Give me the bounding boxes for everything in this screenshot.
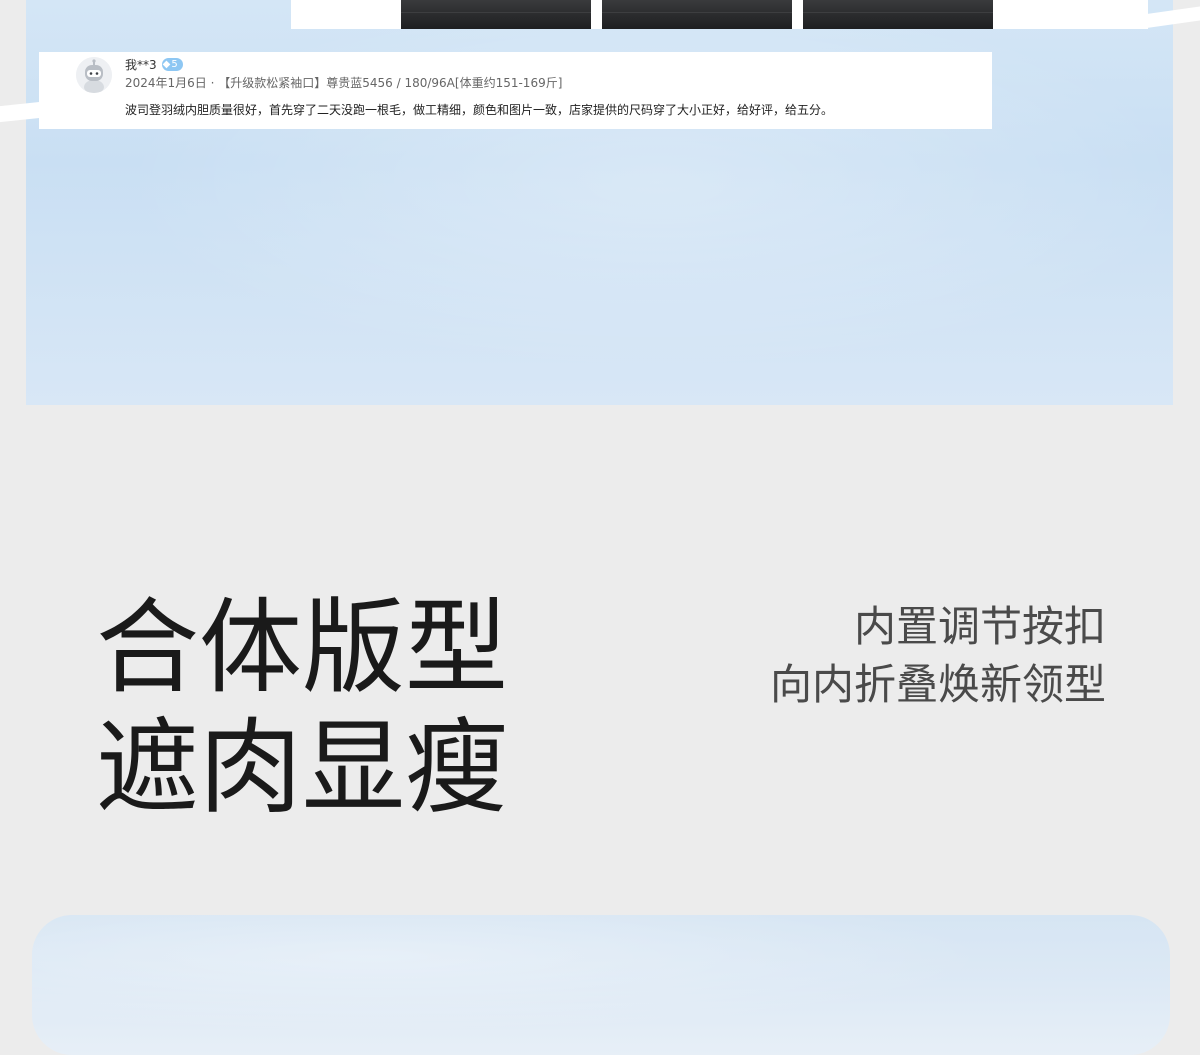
diamond-icon: ◆ (162, 58, 171, 70)
member-level-value: 5 (171, 58, 178, 70)
user-avatar[interactable] (76, 57, 112, 93)
subhead-line-1: 内置调节按扣 (853, 602, 1106, 651)
member-level-badge: ◆ 5 (161, 57, 183, 71)
feature-headline: 合体版型 遮肉显瘦 (96, 588, 508, 828)
panel-sheen (32, 915, 1170, 1055)
review-card: 我**3 ◆ 5 2024年1月6日 · 【升级款松紧袖口】尊贵蓝5456 / … (39, 52, 992, 129)
review-user-line: 我**3 ◆ 5 (125, 55, 183, 73)
review-photo-thumbnail[interactable] (602, 0, 792, 29)
review-text: 波司登羽绒内胆质量很好，首先穿了二天没跑一根毛，做工精细，颜色和图片一致，店家提… (125, 103, 834, 117)
next-section-panel (32, 915, 1170, 1055)
headline-line-1: 合体版型 (96, 588, 508, 708)
review-photo-thumbnail[interactable] (401, 0, 591, 29)
review-username: 我**3 (125, 57, 157, 72)
robot-avatar-icon (76, 57, 112, 93)
previous-review-card (291, 0, 1148, 29)
feature-subheadline: 内置调节按扣 向内折叠焕新领型 (770, 598, 1106, 714)
review-photo-thumbnail[interactable] (803, 0, 993, 29)
subhead-line-2: 向内折叠焕新领型 (769, 660, 1106, 709)
headline-line-2: 遮肉显瘦 (96, 708, 508, 828)
review-meta: 2024年1月6日 · 【升级款松紧袖口】尊贵蓝5456 / 180/96A[体… (125, 76, 563, 90)
